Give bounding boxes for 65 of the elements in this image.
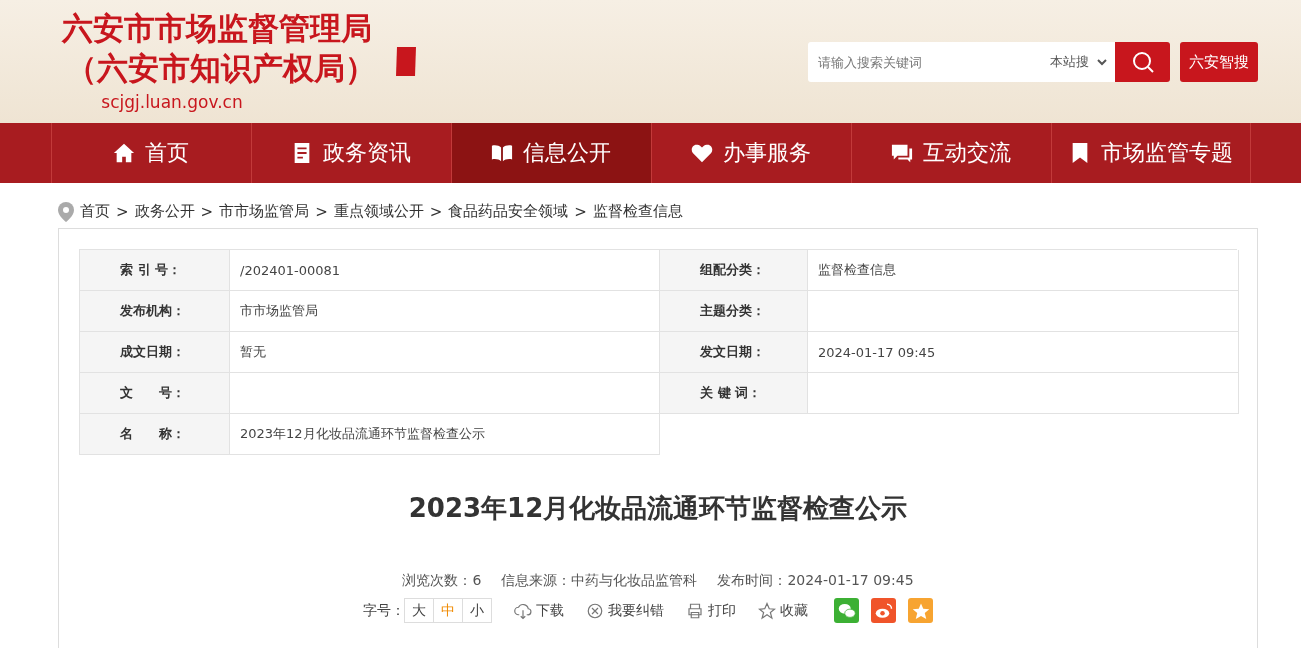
breadcrumb-link[interactable]: 监督检查信息 bbox=[592, 202, 683, 221]
nav-item[interactable]: 信息公开 bbox=[450, 123, 651, 183]
weibo-share-icon[interactable] bbox=[871, 598, 896, 623]
article-title: 2023年12月化妆品流通环节监督检查公示 bbox=[407, 492, 909, 525]
table-label: 名 称： bbox=[80, 414, 230, 455]
star-icon bbox=[758, 601, 776, 620]
open-book-icon bbox=[491, 142, 513, 164]
table-cell: /202401-00081 bbox=[230, 250, 660, 291]
search-icon bbox=[1130, 50, 1155, 74]
qzone-share-icon[interactable] bbox=[908, 598, 933, 623]
table-label: 发文日期： bbox=[660, 332, 808, 373]
nav-item[interactable]: 互动交流 bbox=[850, 123, 1051, 183]
site-domain: scjgj.luan.gov.cn bbox=[101, 92, 243, 112]
smart-search-button[interactable]: 六安智搜 bbox=[1180, 42, 1258, 82]
chat-icon bbox=[891, 142, 913, 164]
tool-link[interactable]: 收藏 bbox=[758, 601, 808, 620]
wechat-share-icon[interactable] bbox=[834, 598, 859, 623]
cloud-download-icon bbox=[514, 601, 532, 620]
home-icon bbox=[113, 142, 135, 164]
breadcrumb-link[interactable]: 食品药品安全领域 bbox=[448, 202, 569, 221]
search-button[interactable] bbox=[1115, 42, 1170, 82]
site-title: 六安市市场监督管理局 bbox=[62, 9, 372, 48]
font-size-label: 字号： bbox=[363, 601, 405, 620]
nav-item[interactable]: 首页 bbox=[50, 123, 251, 183]
seal-icon bbox=[394, 46, 418, 78]
breadcrumb-link[interactable]: 首页 bbox=[80, 202, 110, 221]
table-cell: 暂无 bbox=[230, 332, 660, 373]
circle-x-icon bbox=[586, 601, 604, 620]
breadcrumb-separator: > bbox=[116, 202, 129, 221]
nav-item[interactable]: 市场监管专题 bbox=[1050, 123, 1251, 183]
article-meta: 浏览次数：6 bbox=[402, 572, 482, 590]
nav-item[interactable]: 办事服务 bbox=[650, 123, 851, 183]
breadcrumb-separator: > bbox=[429, 202, 443, 221]
breadcrumb-separator: > bbox=[200, 202, 214, 221]
table-cell: 监督检查信息 bbox=[808, 250, 1239, 291]
printer-icon bbox=[686, 601, 704, 620]
font-size-button[interactable]: 大 bbox=[404, 598, 434, 623]
table-label: 主题分类： bbox=[660, 291, 808, 332]
table-label: 成文日期： bbox=[80, 332, 230, 373]
font-size-button[interactable]: 小 bbox=[462, 598, 492, 623]
table-label: 组配分类： bbox=[660, 250, 808, 291]
table-cell: 市市场监管局 bbox=[230, 291, 660, 332]
article-meta: 信息来源：中药与化妆品监管科 bbox=[501, 572, 698, 590]
breadcrumb-link[interactable]: 重点领域公开 bbox=[333, 202, 424, 221]
tool-link[interactable]: 我要纠错 bbox=[586, 601, 664, 620]
tool-link[interactable]: 下载 bbox=[514, 601, 564, 620]
search-field[interactable]: 请输入搜索关键词 bbox=[808, 42, 1042, 82]
site-subtitle: （六安市知识产权局） bbox=[66, 49, 376, 88]
table-label: 发布机构： bbox=[80, 291, 230, 332]
nav-item[interactable]: 政务资讯 bbox=[250, 123, 451, 183]
table-label: 文 号： bbox=[80, 373, 230, 414]
table-cell: 2024-01-17 09:45 bbox=[808, 332, 1239, 373]
table-cell: 2023年12月化妆品流通环节监督检查公示 bbox=[230, 414, 660, 455]
chevron-down-icon bbox=[1097, 58, 1107, 66]
breadcrumb-separator: > bbox=[574, 202, 587, 221]
table-label: 索 引 号： bbox=[80, 250, 230, 291]
breadcrumb-link[interactable]: 政务公开 bbox=[134, 202, 195, 221]
location-pin-icon bbox=[58, 201, 74, 222]
breadcrumb-link[interactable]: 市市场监管局 bbox=[219, 202, 310, 221]
article-meta: 发布时间：2024-01-17 09:45 bbox=[717, 572, 914, 590]
scope-dropdown[interactable]: 本站搜 bbox=[1042, 42, 1115, 82]
heart-icon bbox=[691, 142, 713, 164]
tool-link[interactable]: 打印 bbox=[686, 601, 736, 620]
table-label: 关 键 词： bbox=[660, 373, 808, 414]
breadcrumb-separator: > bbox=[315, 202, 328, 221]
